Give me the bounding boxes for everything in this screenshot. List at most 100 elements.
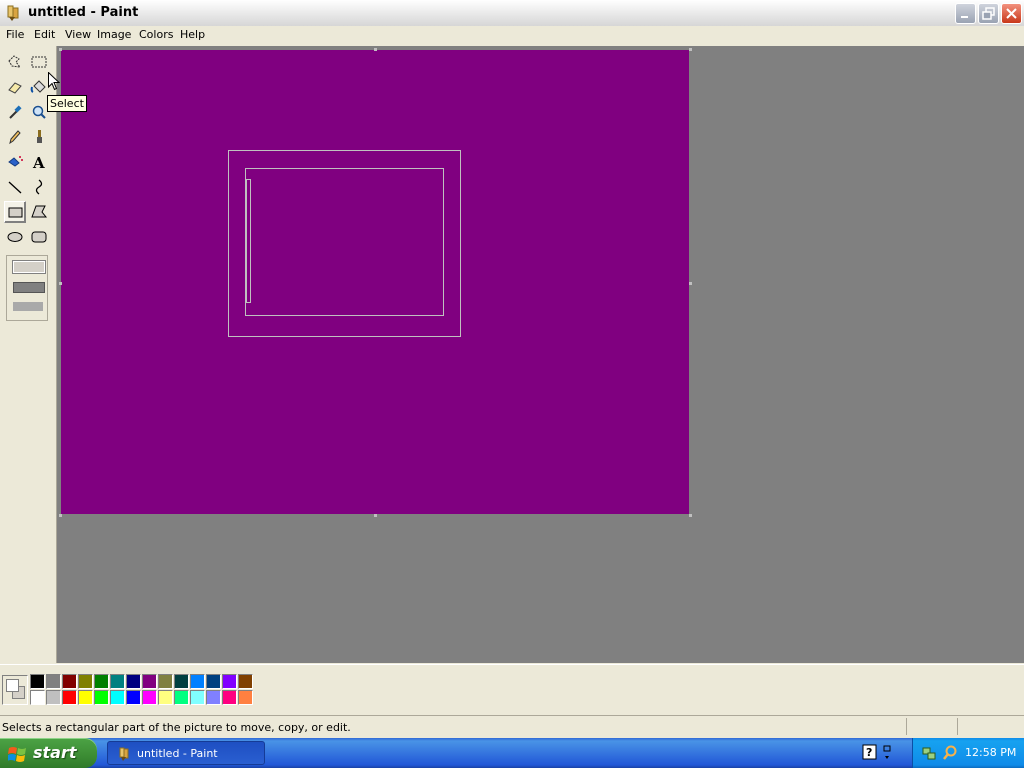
resize-handle-bottom-right[interactable] bbox=[689, 514, 692, 517]
taskbar-button-paint[interactable]: untitled - Paint bbox=[107, 741, 265, 765]
resize-handle-bottom[interactable] bbox=[374, 514, 377, 517]
palette-swatch[interactable] bbox=[142, 690, 157, 705]
palette-swatch[interactable] bbox=[142, 674, 157, 689]
palette-swatch[interactable] bbox=[30, 690, 45, 705]
free-form-select-tool[interactable] bbox=[4, 51, 26, 73]
menu-file[interactable]: File bbox=[3, 28, 27, 41]
brush-tool[interactable] bbox=[28, 126, 50, 148]
menu-view[interactable]: View bbox=[62, 28, 94, 41]
search-icon[interactable] bbox=[942, 745, 958, 761]
palette-swatch[interactable] bbox=[238, 690, 253, 705]
minimize-icon bbox=[961, 16, 968, 18]
resize-handle-right[interactable] bbox=[689, 282, 692, 285]
palette-swatch[interactable] bbox=[94, 674, 109, 689]
foreground-color-swatch bbox=[6, 679, 19, 692]
status-panel-coordinates bbox=[906, 718, 957, 735]
title-bar[interactable]: untitled - Paint bbox=[0, 0, 1024, 27]
window-title: untitled - Paint bbox=[28, 5, 139, 20]
svg-text:?: ? bbox=[866, 746, 872, 759]
pencil-tool[interactable] bbox=[4, 126, 26, 148]
rounded-rectangle-icon bbox=[31, 231, 47, 243]
tool-tooltip: Select bbox=[47, 95, 87, 112]
palette-swatch[interactable] bbox=[110, 674, 125, 689]
palette-swatch[interactable] bbox=[46, 690, 61, 705]
pencil-icon bbox=[9, 130, 21, 145]
svg-text:A: A bbox=[32, 154, 45, 171]
resize-handle-top-left bbox=[59, 48, 62, 51]
palette-swatch[interactable] bbox=[30, 674, 45, 689]
ellipse-tool[interactable] bbox=[4, 226, 26, 248]
menu-edit[interactable]: Edit bbox=[31, 28, 58, 41]
status-text: Selects a rectangular part of the pictur… bbox=[2, 721, 351, 734]
minimize-button[interactable] bbox=[955, 3, 976, 24]
palette-swatch[interactable] bbox=[174, 674, 189, 689]
palette-swatch[interactable] bbox=[206, 690, 221, 705]
palette-swatch[interactable] bbox=[238, 674, 253, 689]
pick-color-tool[interactable] bbox=[4, 101, 26, 123]
ellipse-icon bbox=[7, 232, 23, 242]
restore-button[interactable] bbox=[978, 3, 999, 24]
network-icon[interactable] bbox=[921, 745, 937, 761]
menu-image[interactable]: Image bbox=[94, 28, 134, 41]
fill-only-option[interactable] bbox=[13, 302, 43, 311]
fill-style-options bbox=[6, 255, 48, 321]
polygon-tool[interactable] bbox=[28, 201, 50, 223]
eraser-tool[interactable] bbox=[4, 76, 26, 98]
magnifier-icon bbox=[32, 105, 46, 119]
palette-swatch[interactable] bbox=[126, 690, 141, 705]
palette-swatch[interactable] bbox=[62, 674, 77, 689]
rectangle-tool[interactable] bbox=[4, 201, 26, 223]
paint-app-icon[interactable] bbox=[4, 4, 22, 22]
curve-tool[interactable] bbox=[28, 176, 50, 198]
resize-handle-top bbox=[374, 48, 377, 51]
palette-swatch[interactable] bbox=[110, 690, 125, 705]
menu-colors[interactable]: Colors bbox=[136, 28, 176, 41]
palette-swatch[interactable] bbox=[62, 690, 77, 705]
line-tool[interactable] bbox=[4, 176, 26, 198]
restore-icon bbox=[982, 7, 995, 20]
palette-swatch[interactable] bbox=[78, 674, 93, 689]
outline-only-option[interactable] bbox=[13, 261, 45, 273]
current-colors[interactable] bbox=[2, 675, 28, 705]
system-tray: 12:58 PM bbox=[912, 738, 1024, 768]
select-tool[interactable] bbox=[28, 51, 50, 73]
text-tool[interactable]: A bbox=[28, 151, 50, 173]
palette-swatch[interactable] bbox=[190, 674, 205, 689]
rectangle-icon bbox=[8, 207, 23, 218]
start-button[interactable]: start bbox=[0, 738, 97, 768]
rounded-rectangle-tool[interactable] bbox=[28, 226, 50, 248]
curve-icon bbox=[35, 179, 43, 195]
palette-swatch[interactable] bbox=[222, 674, 237, 689]
menu-bar: File Edit View Image Colors Help bbox=[0, 26, 1024, 45]
paint-app-icon bbox=[119, 747, 129, 761]
status-panel-size bbox=[957, 718, 1024, 735]
airbrush-tool[interactable] bbox=[4, 151, 26, 173]
close-button[interactable] bbox=[1001, 3, 1022, 24]
palette-swatch[interactable] bbox=[94, 690, 109, 705]
airbrush-icon bbox=[8, 156, 23, 167]
status-bar: Selects a rectangular part of the pictur… bbox=[0, 715, 1024, 738]
palette-swatch[interactable] bbox=[158, 674, 173, 689]
brush-icon bbox=[37, 130, 42, 143]
thin-bar-shape bbox=[246, 179, 251, 303]
start-label: start bbox=[33, 743, 77, 762]
drawing-canvas[interactable] bbox=[61, 50, 689, 514]
clock: 12:58 PM bbox=[965, 746, 1017, 759]
outline-and-fill-option[interactable] bbox=[13, 282, 45, 293]
resize-handle-bottom-left bbox=[59, 514, 62, 517]
free-form-select-icon bbox=[8, 55, 22, 68]
taskbar: start untitled - Paint ? 12:58 PM bbox=[0, 738, 1024, 768]
palette-swatch[interactable] bbox=[206, 674, 221, 689]
eyedropper-icon bbox=[9, 105, 22, 119]
palette-swatch[interactable] bbox=[126, 674, 141, 689]
palette-swatch[interactable] bbox=[158, 690, 173, 705]
menu-help[interactable]: Help bbox=[177, 28, 208, 41]
palette-swatch[interactable] bbox=[78, 690, 93, 705]
resize-handle-left bbox=[59, 282, 62, 285]
palette-swatch[interactable] bbox=[190, 690, 205, 705]
palette-swatch[interactable] bbox=[46, 674, 61, 689]
palette-swatch[interactable] bbox=[222, 690, 237, 705]
help-icon[interactable]: ? bbox=[862, 744, 892, 762]
inner-rectangle-shape bbox=[245, 168, 444, 316]
palette-swatch[interactable] bbox=[174, 690, 189, 705]
